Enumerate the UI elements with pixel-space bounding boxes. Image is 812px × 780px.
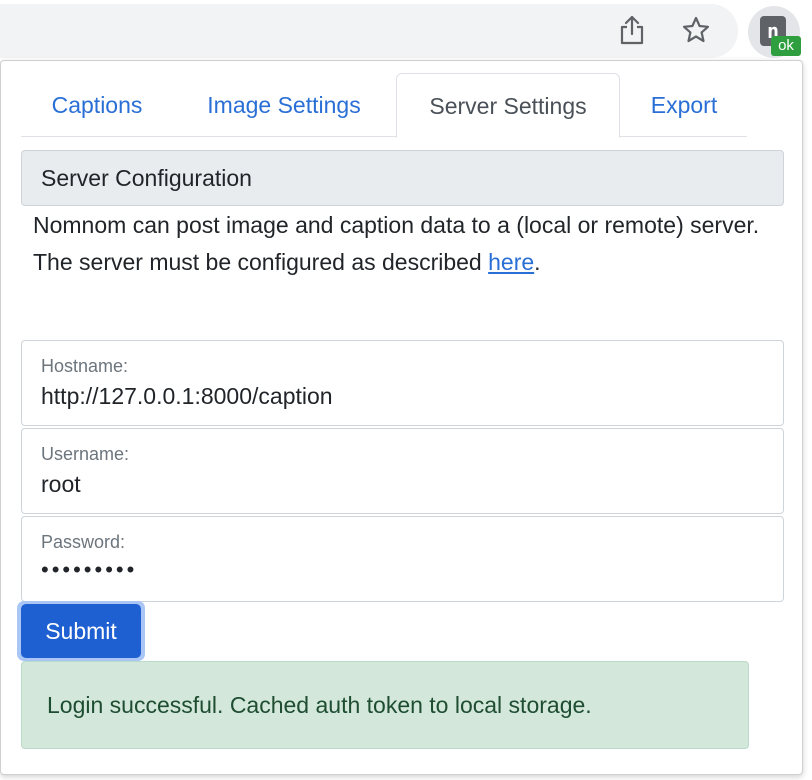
submit-button-focus-ring: Submit bbox=[17, 601, 145, 661]
status-alert: Login successful. Cached auth token to l… bbox=[21, 661, 749, 749]
tab-captions[interactable]: Captions bbox=[21, 73, 173, 137]
extension-popup: Captions Image Settings Server Settings … bbox=[0, 60, 803, 775]
tab-server-settings[interactable]: Server Settings bbox=[396, 73, 620, 138]
bookmark-button[interactable] bbox=[678, 12, 714, 48]
username-label: Username: bbox=[41, 444, 130, 464]
extension-badge: ok bbox=[771, 36, 801, 56]
username-input[interactable]: root bbox=[41, 471, 761, 498]
description-text: Nomnom can post image and caption data t… bbox=[33, 212, 760, 275]
password-input[interactable]: ••••••••• bbox=[41, 557, 761, 583]
tab-image-settings[interactable]: Image Settings bbox=[179, 73, 389, 137]
username-field[interactable]: Username: root bbox=[21, 428, 784, 514]
password-field[interactable]: Password: ••••••••• bbox=[21, 516, 784, 602]
password-label: Password: bbox=[41, 532, 126, 552]
hostname-field[interactable]: Hostname: http://127.0.0.1:8000/caption bbox=[21, 340, 784, 426]
submit-button[interactable]: Submit bbox=[21, 604, 141, 658]
browser-toolbar: n ok bbox=[0, 0, 812, 62]
description-suffix: . bbox=[534, 249, 541, 275]
share-button[interactable] bbox=[614, 12, 650, 48]
star-icon bbox=[682, 16, 710, 43]
tab-bar: Captions Image Settings Server Settings … bbox=[21, 73, 747, 138]
docs-link[interactable]: here bbox=[488, 249, 534, 275]
hostname-label: Hostname: bbox=[41, 356, 129, 376]
tab-export[interactable]: Export bbox=[625, 73, 743, 137]
share-icon bbox=[620, 15, 644, 45]
section-title: Server Configuration bbox=[21, 150, 784, 206]
hostname-input[interactable]: http://127.0.0.1:8000/caption bbox=[41, 383, 761, 410]
server-description: Nomnom can post image and caption data t… bbox=[33, 207, 793, 281]
extension-button[interactable]: n ok bbox=[748, 6, 801, 58]
